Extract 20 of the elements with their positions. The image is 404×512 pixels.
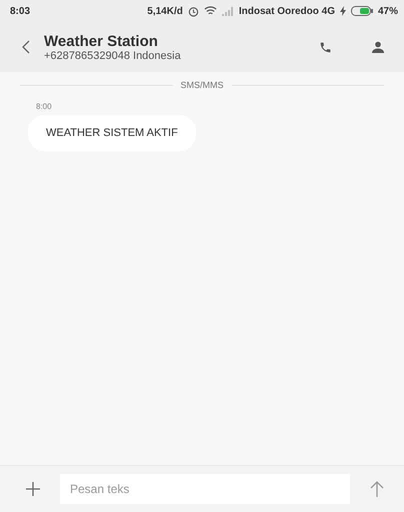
back-icon[interactable] [22, 40, 30, 54]
message-bubble: WEATHER SISTEM AKTIF [28, 115, 196, 151]
contact-number: +6287865329048 Indonesia [44, 50, 182, 62]
battery-icon [350, 6, 373, 16]
phone-icon[interactable] [319, 40, 332, 54]
wifi-icon [204, 6, 217, 16]
status-time: 8:03 [10, 6, 32, 16]
network-speed: 5,14K/d [147, 6, 183, 16]
signal-icon [222, 6, 234, 16]
carrier-name: Indosat Ooredoo 4G [238, 6, 335, 16]
channel-label: SMS/MMS [180, 80, 224, 90]
contact-name: Weather Station [44, 32, 159, 50]
charging-icon [340, 6, 346, 16]
contact-icon[interactable] [372, 41, 384, 53]
send-icon[interactable] [370, 481, 384, 497]
message-time: 8:00 [36, 102, 53, 111]
plus-icon[interactable] [26, 482, 40, 496]
battery-percent: 47% [378, 6, 398, 16]
message-input[interactable]: Pesan teks [60, 474, 350, 504]
alarm-clock-icon [188, 6, 199, 16]
